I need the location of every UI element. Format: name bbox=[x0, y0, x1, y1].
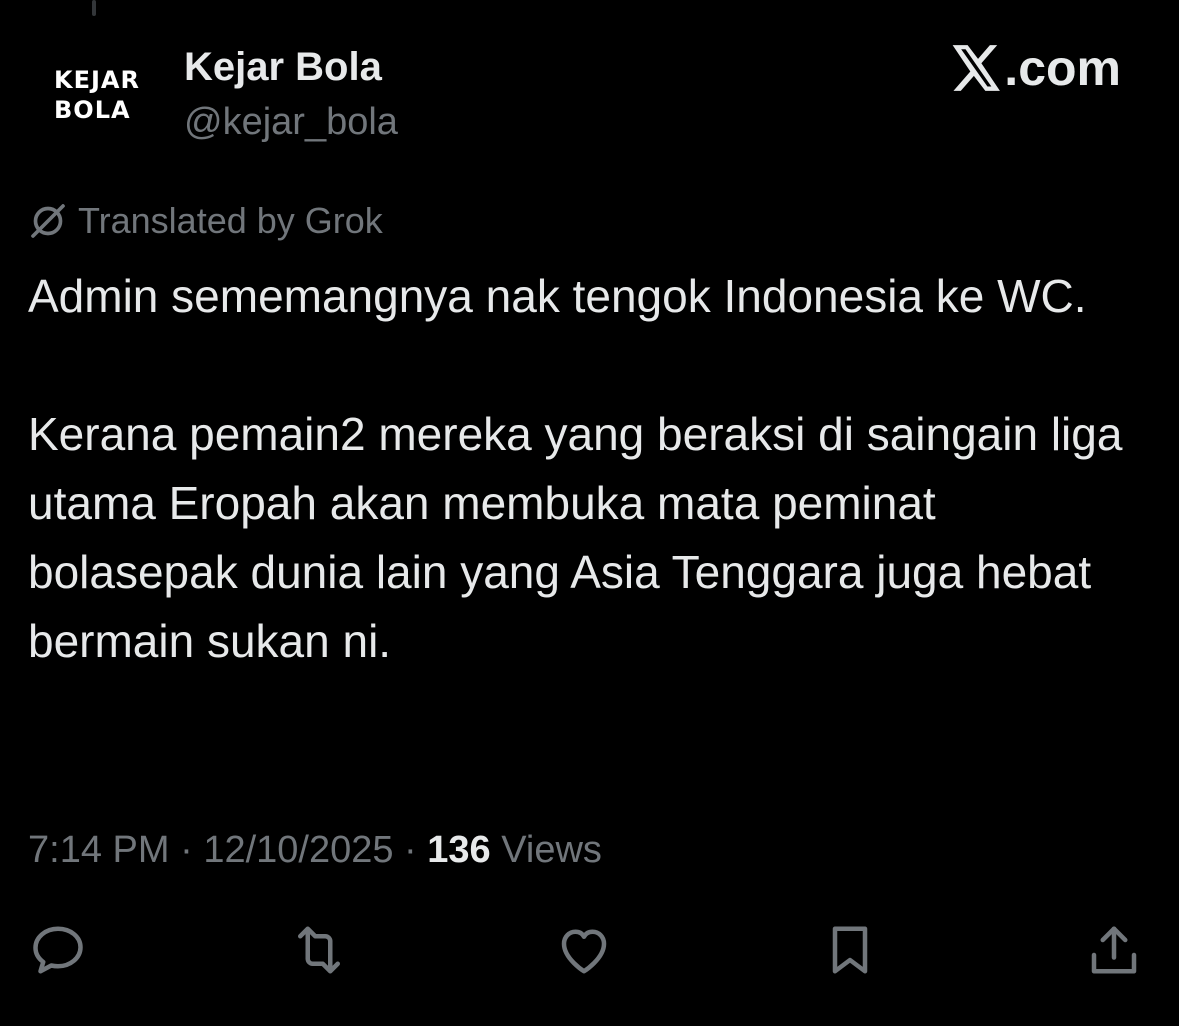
views-count: 136 bbox=[427, 829, 491, 871]
tweet-date[interactable]: 12/10/2025 bbox=[203, 829, 393, 871]
meta-separator: · bbox=[393, 829, 428, 871]
author-handle[interactable]: @kejar_bola bbox=[184, 98, 398, 146]
avatar-text-line1: KEJAR bbox=[54, 66, 140, 94]
tweet-body: Admin sememangnya nak tengok Indonesia k… bbox=[28, 262, 1148, 676]
avatar[interactable]: KEJAR BOLA bbox=[28, 40, 162, 150]
heart-icon bbox=[561, 929, 607, 974]
meta-separator: · bbox=[169, 829, 204, 871]
bookmark-icon bbox=[832, 926, 868, 974]
repost-button[interactable] bbox=[287, 918, 351, 982]
repost-icon bbox=[298, 926, 340, 974]
x-logo-icon bbox=[952, 45, 1001, 91]
reply-button[interactable] bbox=[26, 918, 90, 982]
tweet-actions-bar bbox=[0, 918, 1179, 988]
bookmark-button[interactable] bbox=[818, 918, 882, 982]
tweet-paragraph: Admin sememangnya nak tengok Indonesia k… bbox=[28, 270, 1087, 322]
translation-notice-text: Translated by Grok bbox=[78, 200, 383, 241]
author-display-name[interactable]: Kejar Bola bbox=[184, 42, 382, 92]
tweet-time[interactable]: 7:14 PM bbox=[28, 829, 170, 871]
avatar-text-line2: BOLA bbox=[54, 96, 131, 124]
share-button[interactable] bbox=[1082, 918, 1146, 982]
views-label: Views bbox=[490, 829, 602, 871]
tweet-paragraph: Kerana pemain2 mereka yang beraksi di sa… bbox=[28, 408, 1123, 667]
translation-notice: Translated by Grok bbox=[28, 198, 383, 244]
reply-icon bbox=[33, 926, 83, 974]
tweet-meta: 7:14 PM · 12/10/2025 · 136 Views bbox=[28, 826, 602, 874]
grok-icon bbox=[31, 204, 65, 238]
brand-watermark: .com bbox=[952, 38, 1121, 98]
like-button[interactable] bbox=[552, 918, 616, 982]
thread-connector-line bbox=[92, 0, 96, 16]
brand-text: .com bbox=[1004, 40, 1121, 96]
share-icon bbox=[1091, 926, 1137, 974]
